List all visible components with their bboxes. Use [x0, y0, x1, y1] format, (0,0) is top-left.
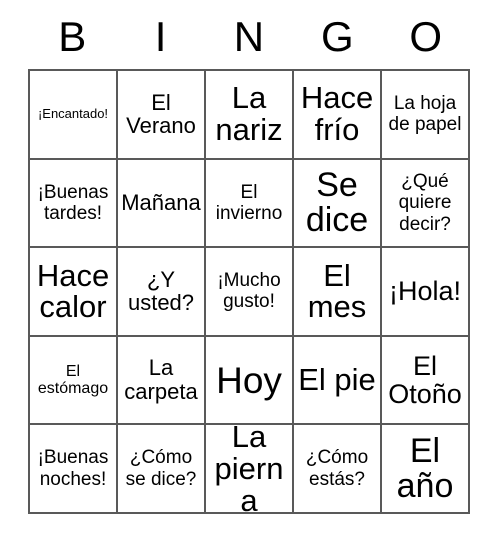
bingo-cell-r1c4[interactable]: Hace frío — [294, 71, 382, 160]
bingo-cell-label: El año — [396, 432, 454, 505]
bingo-cell-r4c2[interactable]: La carpeta — [118, 336, 206, 426]
bingo-cell-label: ¡Hola! — [388, 276, 462, 307]
bingo-cell-label: Mañana — [121, 190, 201, 216]
bingo-cell-label: ¿Qué quiere decir? — [398, 170, 452, 235]
bingo-cell-label: ¡Buenas tardes! — [37, 181, 109, 224]
bingo-cell-r2c2[interactable]: Mañana — [118, 159, 206, 249]
bingo-cell-label: El invierno — [215, 181, 283, 224]
bingo-cell-label: El mes — [307, 257, 367, 325]
bingo-cell-label: El estómago — [37, 362, 109, 398]
bingo-cell-r3c3[interactable]: ¡Mucho gusto! — [206, 248, 294, 337]
bingo-cell-r3c2[interactable]: ¿Y usted? — [118, 248, 206, 337]
bingo-cell-r4c3[interactable]: Hoy — [206, 336, 294, 426]
bingo-cell-label: El pie — [298, 362, 376, 398]
bingo-cell-r5c5[interactable]: El año — [382, 425, 470, 514]
bingo-header-letter-b: B — [58, 13, 87, 60]
bingo-cell-r2c3[interactable]: El invierno — [206, 159, 294, 249]
bingo-cell-r2c4[interactable]: Se dice — [294, 159, 382, 249]
bingo-cell-r5c4[interactable]: ¿Cómo estás? — [294, 425, 382, 514]
bingo-cell-r2c1[interactable]: ¡Buenas tardes! — [30, 159, 118, 249]
bingo-header-letter-g: G — [321, 13, 354, 60]
bingo-header-letter-i: I — [154, 13, 167, 60]
bingo-cell-r1c1[interactable]: ¡Encantado! — [30, 71, 118, 160]
bingo-cell-label: Hace frío — [300, 80, 374, 148]
bingo-card: B I N G O ¡Encantado! El Verano La nariz… — [0, 0, 500, 544]
bingo-cell-r5c1[interactable]: ¡Buenas noches! — [30, 425, 118, 514]
bingo-cell-label: El Verano — [126, 89, 196, 139]
bingo-header: B I N G O — [28, 8, 470, 66]
bingo-cell-r1c3[interactable]: La nariz — [206, 71, 294, 160]
bingo-cell-label: ¿Y usted? — [127, 266, 195, 316]
bingo-cell-label: Se dice — [305, 166, 369, 239]
bingo-cell-label: ¿Cómo se dice? — [125, 447, 197, 490]
bingo-cell-r5c3[interactable]: La pierna — [206, 425, 294, 514]
bingo-cell-r3c1[interactable]: Hace calor — [30, 248, 118, 337]
bingo-header-letter-o: O — [409, 13, 443, 60]
bingo-cell-label: La pierna — [214, 425, 284, 514]
bingo-cell-r1c5[interactable]: La hoja de papel — [382, 71, 470, 160]
bingo-cell-r4c4[interactable]: El pie — [294, 336, 382, 426]
bingo-grid: ¡Encantado! El Verano La nariz Hace frío… — [28, 69, 470, 514]
bingo-cell-label: Hoy — [216, 359, 282, 401]
bingo-cell-label: La carpeta — [124, 355, 198, 405]
bingo-cell-r3c4[interactable]: El mes — [294, 248, 382, 337]
bingo-cell-label: ¡Buenas noches! — [37, 447, 109, 490]
bingo-cell-label: El Otoño — [388, 350, 462, 410]
bingo-cell-label: ¡Mucho gusto! — [217, 270, 281, 313]
bingo-cell-label: ¿Cómo estás? — [305, 447, 369, 490]
bingo-cell-r4c5[interactable]: El Otoño — [382, 336, 470, 426]
bingo-header-letter-n: N — [233, 13, 265, 60]
bingo-cell-label: Hace calor — [36, 257, 110, 325]
bingo-cell-r2c5[interactable]: ¿Qué quiere decir? — [382, 159, 470, 249]
bingo-cell-r5c2[interactable]: ¿Cómo se dice? — [118, 425, 206, 514]
bingo-cell-r4c1[interactable]: El estómago — [30, 336, 118, 426]
bingo-cell-label: La hoja de papel — [388, 93, 462, 136]
bingo-cell-label: ¡Encantado! — [37, 106, 109, 122]
bingo-cell-label: La nariz — [215, 80, 283, 148]
bingo-cell-r1c2[interactable]: El Verano — [118, 71, 206, 160]
bingo-cell-r3c5[interactable]: ¡Hola! — [382, 248, 470, 337]
